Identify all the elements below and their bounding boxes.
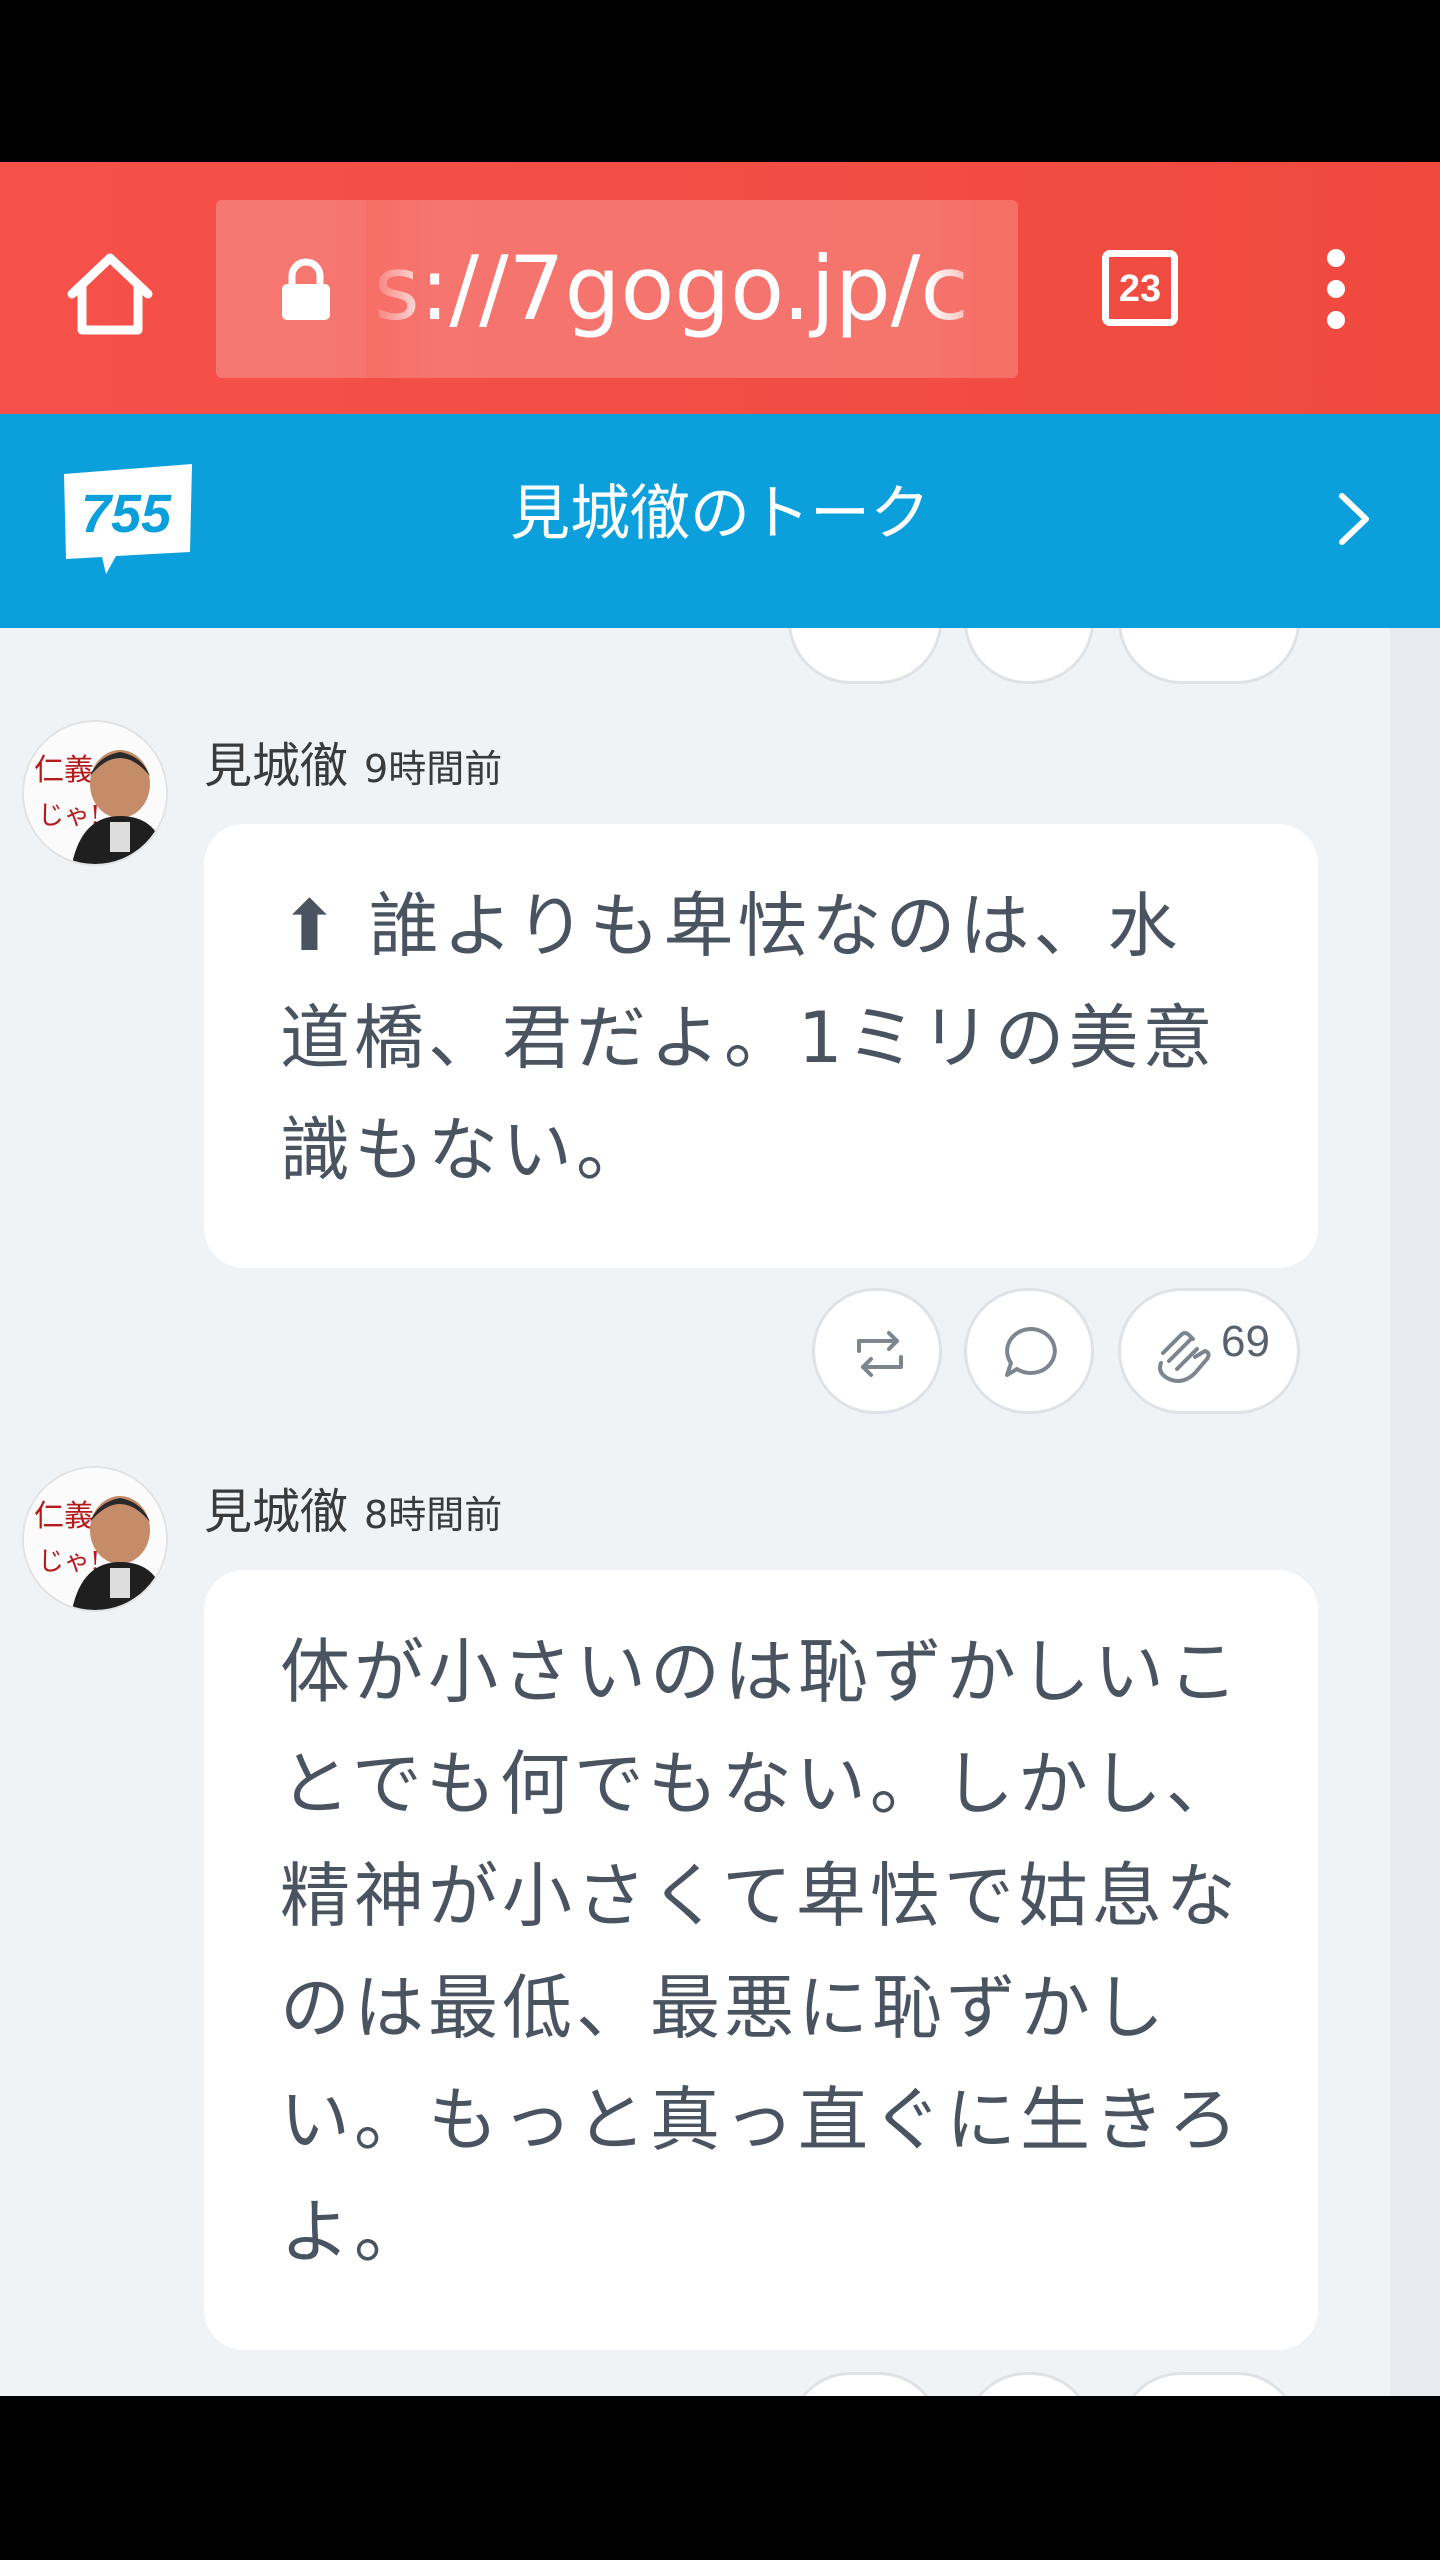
post-meta: 見城徹 9時間前 xyxy=(204,726,502,796)
chevron-right-icon[interactable] xyxy=(1324,484,1384,554)
svg-text:仁義: 仁義 xyxy=(34,753,94,788)
avatar[interactable]: 仁義 じゃ! xyxy=(24,722,166,864)
url-text: ps://7gogo.jp/c xyxy=(374,237,969,340)
comment-icon xyxy=(1005,1327,1057,1377)
avatar[interactable]: 仁義 じゃ! xyxy=(24,1468,166,1610)
clap-count: 69 xyxy=(1221,1317,1270,1366)
755-logo[interactable]: 755 xyxy=(58,460,198,578)
comment-button[interactable] xyxy=(964,628,1094,684)
post-text: 体が小さいのは恥ずかしいことでも何でもない。しかし、精神が小さくて卑怯で姑息なの… xyxy=(280,1631,1242,2273)
app-header: 755 見城徹のトーク xyxy=(0,414,1440,628)
post-time: 9時間前 xyxy=(364,747,503,791)
svg-text:仁義: 仁義 xyxy=(34,1499,94,1534)
home-icon xyxy=(67,253,153,335)
url-fade xyxy=(366,200,436,378)
post-meta: 見城徹 8時間前 xyxy=(204,1472,502,1542)
author-name[interactable]: 見城徹 xyxy=(204,1484,348,1540)
repost-button[interactable] xyxy=(788,628,942,684)
home-button[interactable] xyxy=(62,246,158,342)
clap-button[interactable]: 69 xyxy=(1118,1288,1300,1414)
post-time: 8時間前 xyxy=(364,1493,503,1537)
clap-button[interactable] xyxy=(1118,2372,1300,2396)
repost-icon xyxy=(857,1331,903,1377)
lock-icon xyxy=(282,258,330,320)
status-bar xyxy=(0,0,1440,162)
browser-toolbar: ps://7gogo.jp/c 23 xyxy=(0,162,1440,414)
repost-button[interactable] xyxy=(788,2372,942,2396)
url-fade xyxy=(928,200,1018,378)
url-bar[interactable]: ps://7gogo.jp/c xyxy=(216,200,1018,378)
system-nav-bar xyxy=(0,2396,1440,2560)
overflow-menu-icon[interactable] xyxy=(1306,242,1366,338)
comment-button[interactable] xyxy=(964,1288,1094,1414)
svg-text:755: 755 xyxy=(81,484,172,544)
page-title: 見城徹のトーク xyxy=(510,479,930,549)
comment-button[interactable] xyxy=(964,2372,1094,2396)
scrollbar[interactable] xyxy=(1390,628,1440,2396)
talk-feed[interactable]: 仁義 じゃ! 見城徹 9時間前 ⬆ 誰よりも卑怯なのは、水道橋、君だよ。1ミリの美… xyxy=(0,628,1440,2396)
post-bubble: 体が小さいのは恥ずかしいことでも何でもない。しかし、精神が小さくて卑怯で姑息なの… xyxy=(204,1570,1318,2350)
author-name[interactable]: 見城徹 xyxy=(204,738,348,794)
clap-icon xyxy=(1158,1331,1211,1383)
tab-switcher-button[interactable]: 23 xyxy=(1102,250,1178,326)
post-text: ⬆ 誰よりも卑怯なのは、水道橋、君だよ。1ミリの美意識もない。 xyxy=(280,885,1217,1191)
clap-button[interactable] xyxy=(1118,628,1300,684)
post-bubble: ⬆ 誰よりも卑怯なのは、水道橋、君だよ。1ミリの美意識もない。 xyxy=(204,824,1318,1268)
repost-button[interactable] xyxy=(812,1288,942,1414)
